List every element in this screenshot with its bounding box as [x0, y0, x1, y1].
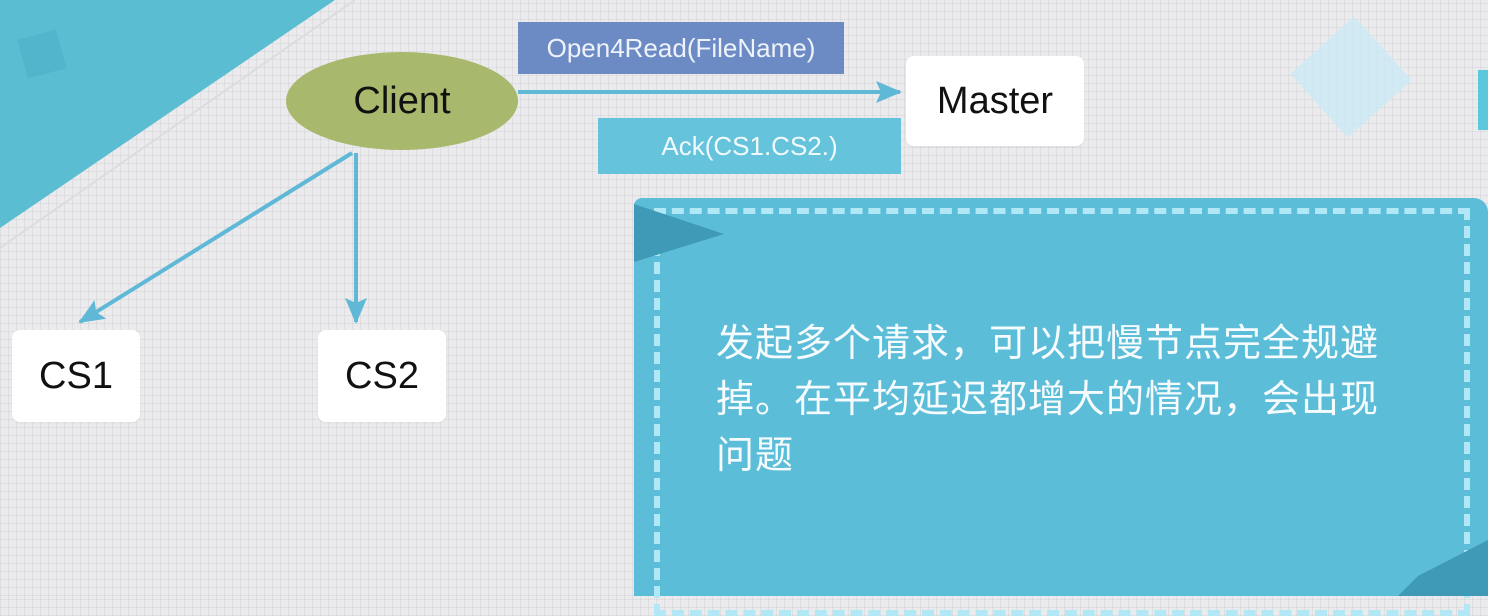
cs2-node: CS2 [318, 330, 446, 422]
master-node: Master [906, 56, 1084, 146]
client-to-cs1-arrow [78, 151, 354, 324]
client-node: Client [286, 52, 518, 150]
note-card: 发起多个请求，可以把慢节点完全规避掉。在平均延迟都增大的情况，会出现问题 [634, 198, 1488, 616]
ack-label: Ack(CS1.CS2.) [598, 118, 901, 174]
note-corner-fold [634, 204, 724, 262]
note-text: 发起多个请求，可以把慢节点完全规避掉。在平均延迟都增大的情况，会出现问题 [716, 323, 1380, 477]
cs1-node: CS1 [12, 330, 140, 422]
request-label: Open4Read(FileName) [518, 22, 844, 74]
note-corner-tail [1398, 540, 1488, 596]
